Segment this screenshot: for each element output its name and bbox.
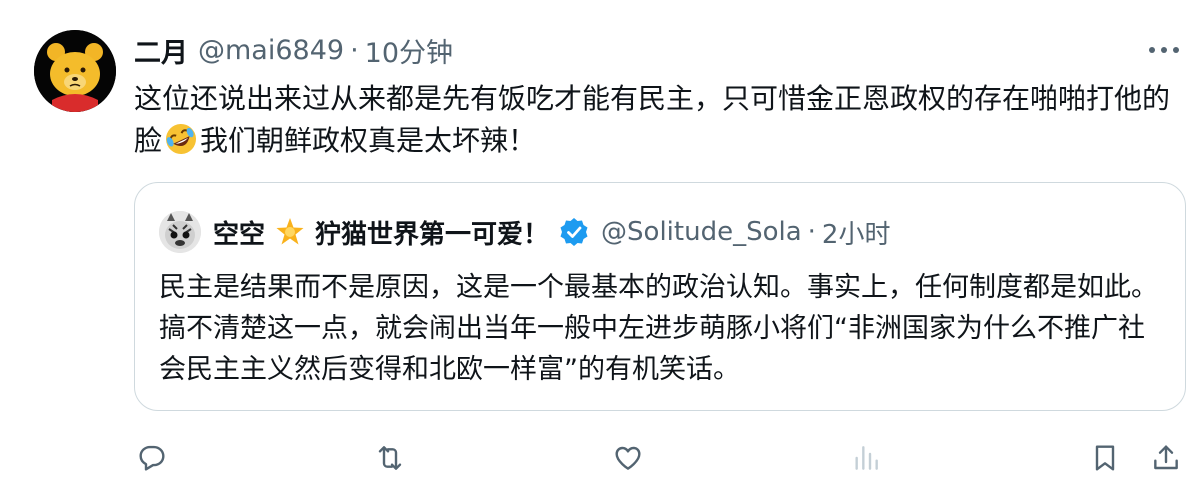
author-handle[interactable]: @mai6849	[198, 35, 344, 66]
separator-dot: ·	[350, 34, 359, 66]
avatar[interactable]	[34, 30, 116, 112]
views-icon[interactable]	[848, 440, 884, 476]
verified-badge-icon	[560, 218, 588, 246]
quoted-tweet[interactable]: 空空 狞猫世界第一可爱！ @Solitude_Sola · 2小时 民主是结果而…	[134, 182, 1186, 411]
tweet-text-part2: 我们朝鲜政权真是太坏辣！	[200, 124, 537, 157]
retweet-icon[interactable]	[372, 440, 408, 476]
tweet-text: 这位还说出来过从来都是先有饭吃才能有民主，只可惜金正恩政权的存在啪啪打他的脸 我…	[134, 78, 1179, 162]
more-options-icon[interactable]	[1146, 38, 1182, 62]
quoted-tweet-time[interactable]: 2小时	[822, 214, 891, 251]
author-name[interactable]: 二月	[134, 31, 188, 70]
share-icon[interactable]	[1148, 440, 1184, 476]
rolling-on-floor-laughing-emoji	[166, 124, 197, 154]
quoted-tweet-header: 空空 狞猫世界第一可爱！ @Solitude_Sola · 2小时	[159, 211, 890, 253]
quoted-author-name-part2[interactable]: 狞猫世界第一可爱！	[315, 214, 549, 251]
quoted-author-handle[interactable]: @Solitude_Sola	[601, 217, 802, 247]
tweet-header: 二月 @mai6849 · 10分钟	[134, 30, 453, 70]
action-bar	[134, 440, 1184, 476]
bookmark-icon[interactable]	[1087, 440, 1123, 476]
quoted-avatar[interactable]	[159, 211, 201, 253]
tweet-time[interactable]: 10分钟	[365, 31, 453, 70]
glowing-star-icon	[276, 218, 304, 245]
quoted-author-name-part1[interactable]: 空空	[213, 214, 265, 251]
quoted-separator-dot: ·	[807, 217, 816, 247]
quoted-tweet-text: 民主是结果而不是原因，这是一个最基本的政治认知。事实上，任何制度都是如此。搞不清…	[159, 272, 1158, 385]
lynx-avatar-image	[159, 211, 201, 253]
like-icon[interactable]	[610, 440, 646, 476]
bear-avatar-image	[34, 30, 116, 112]
reply-icon[interactable]	[134, 440, 170, 476]
